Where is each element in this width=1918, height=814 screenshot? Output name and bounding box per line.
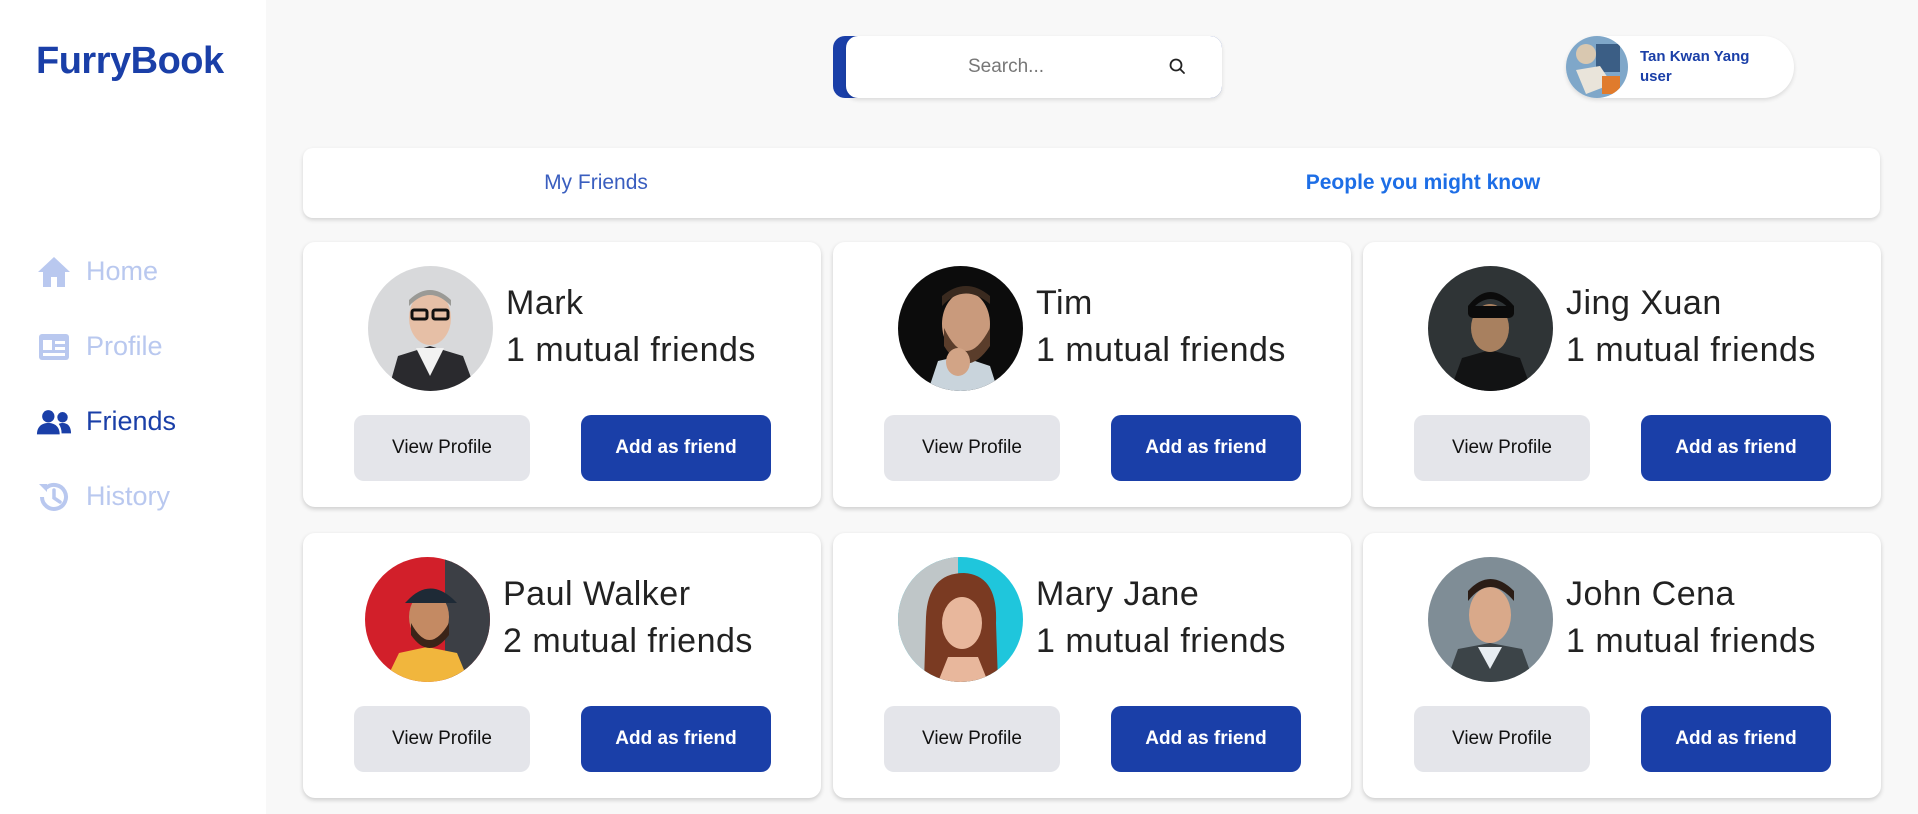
add-friend-button[interactable]: Add as friend: [1111, 415, 1301, 481]
add-friend-button[interactable]: Add as friend: [1111, 706, 1301, 772]
sidebar-nav: Home Profile Friends History: [36, 234, 176, 534]
tab-label: People you might know: [1305, 171, 1541, 194]
person-card: Tim 1 mutual friends View Profile Add as…: [833, 242, 1351, 507]
users-icon: [36, 404, 72, 440]
mutual-friends-count: 1 mutual friends: [506, 331, 756, 369]
avatar: [1428, 557, 1553, 682]
sidebar-item-label: Profile: [86, 331, 163, 361]
tab-my-friends[interactable]: My Friends: [303, 148, 889, 218]
avatar: [365, 557, 490, 682]
search-box: [846, 36, 1222, 98]
mutual-friends-count: 1 mutual friends: [1566, 622, 1816, 660]
person-name: Mark: [506, 284, 584, 322]
add-friend-button[interactable]: Add as friend: [581, 706, 771, 772]
view-profile-button[interactable]: View Profile: [1414, 415, 1590, 481]
view-profile-button[interactable]: View Profile: [354, 415, 530, 481]
person-name: Paul Walker: [503, 575, 691, 613]
view-profile-button[interactable]: View Profile: [884, 706, 1060, 772]
sidebar-item-label: Friends: [86, 406, 177, 436]
mutual-friends-count: 2 mutual friends: [503, 622, 753, 660]
id-card-icon: [36, 329, 72, 365]
mutual-friends-count: 1 mutual friends: [1036, 622, 1286, 660]
person-name: Jing Xuan: [1566, 284, 1722, 322]
sidebar-item-label: History: [86, 481, 171, 511]
person-card: Paul Walker 2 mutual friends View Profil…: [303, 533, 821, 798]
app-logo[interactable]: FurryBook: [36, 40, 224, 83]
mutual-friends-count: 1 mutual friends: [1036, 331, 1286, 369]
avatar: [898, 557, 1023, 682]
friends-tabs: My Friends People you might know: [303, 148, 1880, 218]
user-menu[interactable]: Tan Kwan Yang user: [1566, 36, 1794, 98]
add-friend-button[interactable]: Add as friend: [1641, 415, 1831, 481]
avatar: [368, 266, 493, 391]
search-icon[interactable]: [1168, 57, 1188, 77]
add-friend-button[interactable]: Add as friend: [1641, 706, 1831, 772]
sidebar: FurryBook Home Profile Friends History: [0, 0, 266, 814]
person-card: John Cena 1 mutual friends View Profile …: [1363, 533, 1881, 798]
person-card: Mark 1 mutual friends View Profile Add a…: [303, 242, 821, 507]
avatar: [1428, 266, 1553, 391]
sidebar-item-friends[interactable]: Friends: [36, 384, 176, 459]
avatar: [1566, 36, 1628, 98]
mutual-friends-count: 1 mutual friends: [1566, 331, 1816, 369]
view-profile-button[interactable]: View Profile: [354, 706, 530, 772]
person-name: Mary Jane: [1036, 575, 1200, 613]
view-profile-button[interactable]: View Profile: [1414, 706, 1590, 772]
user-role: user: [1640, 68, 1672, 85]
user-name: Tan Kwan Yang: [1640, 48, 1750, 65]
user-info: Tan Kwan Yang user: [1640, 47, 1749, 87]
home-icon: [36, 254, 72, 290]
person-name: Tim: [1036, 284, 1093, 322]
sidebar-item-home[interactable]: Home: [36, 234, 176, 309]
add-friend-button[interactable]: Add as friend: [581, 415, 771, 481]
sidebar-item-history[interactable]: History: [36, 459, 176, 534]
history-icon: [36, 479, 72, 515]
search-input[interactable]: [856, 56, 1156, 78]
person-card: Jing Xuan 1 mutual friends View Profile …: [1363, 242, 1881, 507]
view-profile-button[interactable]: View Profile: [884, 415, 1060, 481]
search-bar: [833, 36, 1222, 98]
sidebar-item-profile[interactable]: Profile: [36, 309, 176, 384]
person-card: Mary Jane 1 mutual friends View Profile …: [833, 533, 1351, 798]
sidebar-item-label: Home: [86, 256, 159, 286]
avatar: [898, 266, 1023, 391]
person-name: John Cena: [1566, 575, 1735, 613]
